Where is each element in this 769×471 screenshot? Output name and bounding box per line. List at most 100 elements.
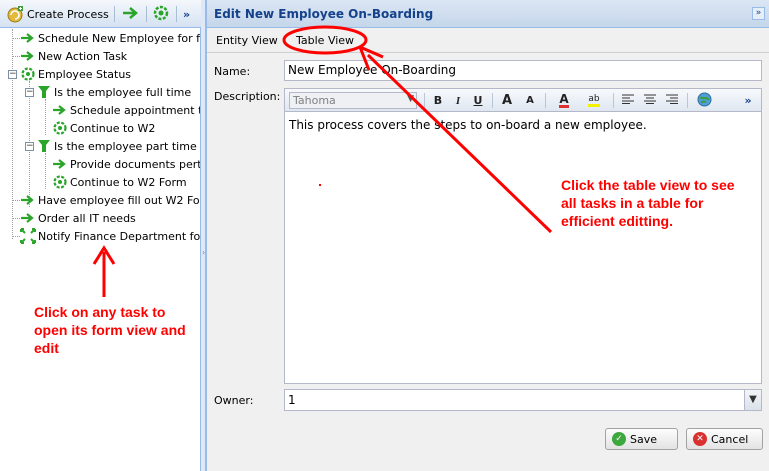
insert-link-button[interactable]	[695, 92, 713, 109]
toolbar-separator	[424, 93, 425, 108]
owner-select[interactable]: 1 ▼	[284, 389, 762, 411]
tree-item-label: Have employee fill out W2 Forr	[38, 193, 200, 207]
arrow-right-icon	[20, 30, 36, 46]
toolbar-separator	[613, 93, 614, 108]
tree-line	[45, 153, 46, 189]
collapse-panel-button[interactable]: »	[752, 7, 765, 20]
table-view-annotation: Click the table view to see all tasks in…	[561, 176, 735, 230]
annotation-line: all tasks in a table for	[561, 195, 704, 211]
create-process-icon	[6, 5, 24, 23]
tree-line	[12, 200, 20, 201]
create-process-button[interactable]: Create Process	[6, 5, 109, 23]
name-label: Name:	[214, 65, 251, 78]
owner-value: 1	[288, 393, 296, 407]
toolbar-separator	[176, 6, 177, 22]
close-icon: ✕	[693, 432, 707, 446]
cancel-button[interactable]: ✕ Cancel	[686, 428, 763, 450]
annotation-line: open its form view and	[34, 322, 186, 338]
tree-line	[12, 218, 20, 219]
process-tree-panel: Create Process » − − − Schedule New Empl…	[0, 0, 201, 471]
gear-cycle-icon	[52, 174, 68, 190]
font-family-select[interactable]: Tahoma ▼	[289, 92, 417, 109]
tree-item[interactable]: Continue to W2	[52, 119, 200, 137]
tree-item[interactable]: Is the employee full time	[36, 83, 200, 101]
tree-item-label: Provide documents perta	[70, 157, 200, 171]
globe-link-icon	[697, 92, 712, 110]
entity-form: Name: New Employee On-Boarding Descripti…	[207, 53, 769, 471]
tree-item[interactable]: Order all IT needs	[20, 209, 200, 227]
tree-item-label: Is the employee part time	[54, 139, 197, 153]
cancel-label: Cancel	[711, 432, 749, 446]
tree-expander-employee-status[interactable]: −	[8, 70, 17, 79]
arrow-right-icon	[20, 210, 36, 226]
arrow-right-icon	[52, 156, 68, 172]
font-color-button[interactable]: A	[551, 92, 577, 109]
add-subprocess-button[interactable]	[152, 5, 170, 23]
highlight-color-button[interactable]: ab	[581, 92, 607, 109]
decrease-font-button[interactable]: A	[521, 92, 539, 109]
toolbar-separator	[687, 93, 688, 108]
owner-label: Owner:	[214, 394, 254, 407]
gear-cycle-icon	[152, 4, 170, 25]
tree-item[interactable]: Continue to W2 Form	[52, 173, 200, 191]
arrow-right-icon	[20, 192, 36, 208]
checkmark-icon: ✓	[612, 432, 626, 446]
tree-item[interactable]: Have employee fill out W2 Forr	[20, 191, 200, 209]
align-center-button[interactable]	[641, 92, 659, 109]
toolbar-separator	[545, 93, 546, 108]
chevron-down-icon: ▼	[744, 390, 761, 410]
arrow-right-icon	[52, 102, 68, 118]
align-right-button[interactable]	[663, 92, 681, 109]
decision-icon	[36, 84, 52, 100]
save-label: Save	[630, 432, 658, 446]
tree-item-label: Employee Status	[38, 67, 132, 81]
tree-expander-part-time[interactable]: −	[25, 142, 34, 151]
tree-expander-full-time[interactable]: −	[25, 88, 34, 97]
parallel-icon	[20, 228, 36, 244]
gear-cycle-icon	[52, 120, 68, 136]
italic-button[interactable]: I	[450, 92, 466, 109]
description-editor[interactable]: This process covers the steps to on-boar…	[284, 112, 762, 384]
tree-item-label: Continue to W2	[70, 121, 156, 135]
panel-title: Edit New Employee On-Boarding	[214, 7, 434, 21]
tree-toolbar: Create Process »	[0, 0, 201, 28]
toolbar-separator	[492, 93, 493, 108]
save-button[interactable]: ✓ Save	[605, 428, 678, 450]
toolbar-more-button[interactable]: »	[183, 5, 190, 23]
toolbar-separator	[146, 6, 147, 22]
splitter-grip-icon: ›	[202, 248, 206, 257]
align-left-button[interactable]	[619, 92, 637, 109]
align-right-icon	[666, 94, 678, 107]
tree-item-label: Continue to W2 Form	[70, 175, 187, 189]
create-process-label: Create Process	[27, 7, 109, 21]
name-field[interactable]: New Employee On-Boarding	[284, 60, 762, 81]
add-task-button[interactable]	[122, 5, 140, 23]
bold-button[interactable]: B	[430, 92, 446, 109]
tree-line	[45, 99, 46, 135]
toolbar-more-button[interactable]: »	[740, 92, 756, 109]
arrow-right-icon	[20, 48, 36, 64]
tree-item[interactable]: New Action Task	[20, 47, 200, 65]
tree-item[interactable]: Is the employee part time	[36, 137, 200, 155]
tree-item[interactable]: Schedule appointment to	[52, 101, 200, 119]
tab-entity-view[interactable]: Entity View	[216, 34, 278, 47]
arrow-right-icon	[122, 6, 140, 23]
tree-item[interactable]: Provide documents perta	[52, 155, 200, 173]
tree-line	[12, 38, 20, 39]
align-left-icon	[622, 94, 634, 107]
tab-table-view[interactable]: Table View	[296, 34, 354, 47]
view-tabs: Entity View Table View	[207, 28, 769, 53]
description-text: This process covers the steps to on-boar…	[289, 118, 647, 132]
gear-cycle-icon	[20, 66, 36, 82]
edit-panel: Edit New Employee On-Boarding » Entity V…	[206, 0, 769, 471]
tree-item-label: Order all IT needs	[38, 211, 136, 225]
tree-item[interactable]: Notify Finance Department for	[20, 227, 200, 245]
edit-panel-header: Edit New Employee On-Boarding »	[207, 0, 769, 28]
increase-font-button[interactable]: A	[498, 92, 516, 109]
underline-button[interactable]: U	[470, 92, 486, 109]
toolbar-separator	[114, 6, 115, 22]
tree-item[interactable]: Employee Status	[20, 65, 200, 83]
tree-item[interactable]: Schedule New Employee for fir	[20, 29, 200, 47]
align-center-icon	[644, 94, 656, 107]
font-family-value: Tahoma	[293, 94, 336, 107]
